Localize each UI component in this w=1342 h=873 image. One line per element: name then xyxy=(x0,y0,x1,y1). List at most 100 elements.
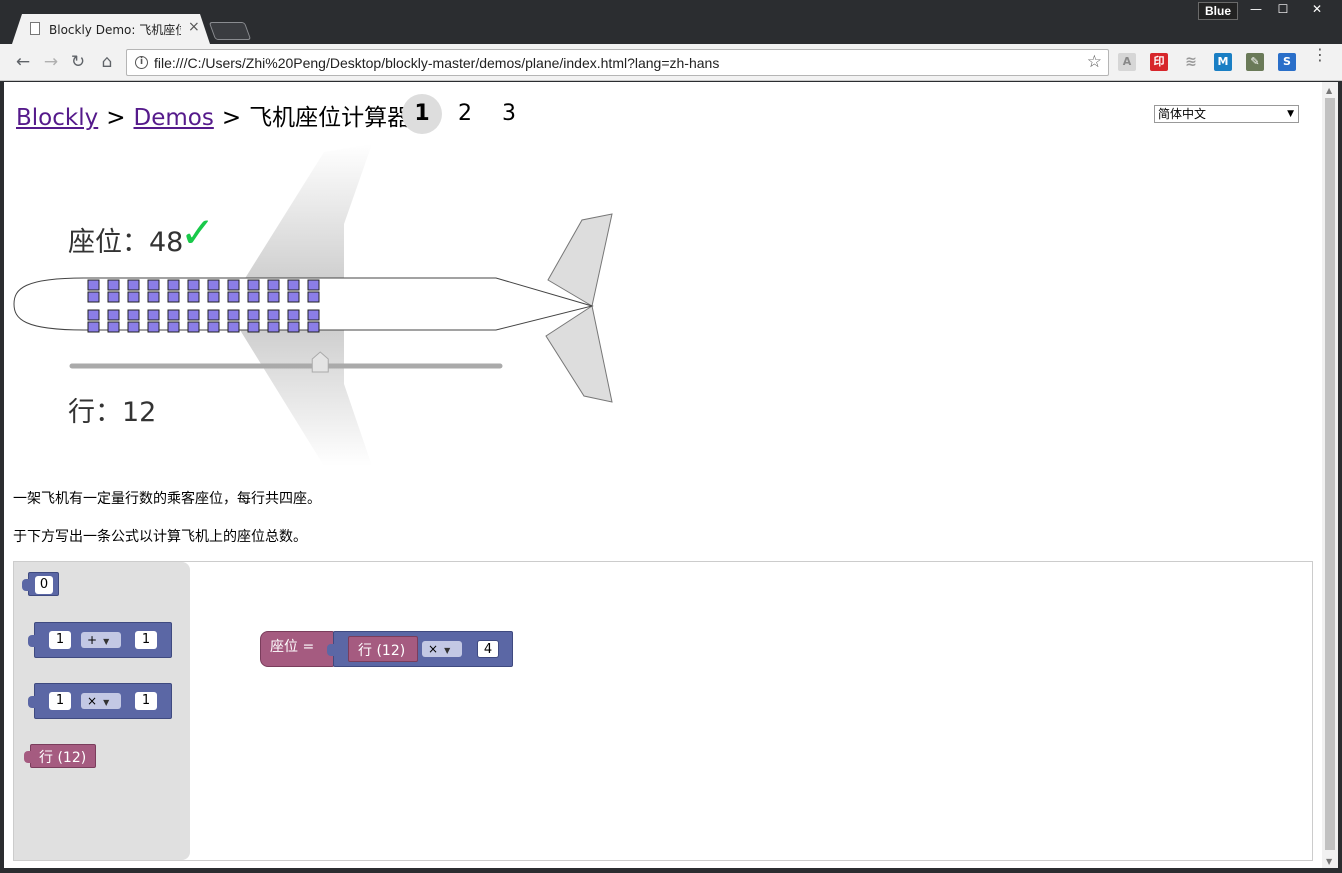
scrollbar-thumb[interactable] xyxy=(1325,98,1335,850)
minimize-button[interactable]: — xyxy=(1243,2,1269,18)
seat xyxy=(267,321,280,333)
chevron-down-icon: ▼ xyxy=(444,646,451,655)
seat xyxy=(247,291,260,303)
op-dropdown[interactable]: × ▼ xyxy=(422,641,462,657)
seat xyxy=(147,291,160,303)
seat xyxy=(147,279,160,291)
chevron-down-icon: ▼ xyxy=(103,698,110,707)
row-variable-block[interactable]: 行 (12) xyxy=(348,636,418,662)
seat xyxy=(227,291,240,303)
add-left-field[interactable]: 1 xyxy=(49,631,71,649)
home-icon[interactable]: ⌂ xyxy=(96,51,118,73)
chevron-down-icon: ▼ xyxy=(103,637,110,646)
mul-left-field[interactable]: 1 xyxy=(49,692,71,710)
number-block[interactable]: 0 xyxy=(22,572,59,596)
mul-right-field[interactable]: 1 xyxy=(135,692,157,710)
close-window-button[interactable]: ✕ xyxy=(1300,2,1334,18)
seat xyxy=(87,321,100,333)
seat xyxy=(87,309,100,321)
seat xyxy=(207,291,220,303)
vertical-scrollbar[interactable]: ▲ ▼ xyxy=(1322,82,1338,868)
row-variable-block[interactable]: 行 (12) xyxy=(24,744,96,768)
seat xyxy=(107,279,120,291)
forward-icon[interactable]: → xyxy=(40,51,62,73)
output-connector xyxy=(24,751,32,763)
multiply-expression-block[interactable]: 行 (12) × ▼ 4 xyxy=(327,631,513,667)
layers-extension-icon[interactable]: ≋ xyxy=(1182,53,1200,71)
output-connector xyxy=(22,579,30,591)
pdf-extension-icon[interactable]: A xyxy=(1118,53,1136,71)
add-block[interactable]: 1 + ▼ 1 xyxy=(28,622,172,658)
window-titlebar: Blockly Demo: 飞机座位 × Blue — ☐ ✕ xyxy=(0,0,1342,44)
output-connector xyxy=(28,696,36,708)
seat xyxy=(247,279,260,291)
seat xyxy=(247,321,260,333)
blockly-workspace[interactable]: 0 1 + ▼ 1 1 × ▼ 1 行 (12) 座位 = 行 (12) × ▼… xyxy=(13,561,1313,861)
seat xyxy=(267,309,280,321)
seat xyxy=(127,321,140,333)
level-2-tab[interactable]: 2 xyxy=(445,94,485,134)
add-right-field[interactable]: 1 xyxy=(135,631,157,649)
tab-close-button[interactable]: × xyxy=(188,19,200,35)
seat xyxy=(227,279,240,291)
seat xyxy=(127,291,140,303)
seat xyxy=(287,279,300,291)
demos-link[interactable]: Demos xyxy=(134,105,214,131)
tool-extension-icon[interactable]: ✎ xyxy=(1246,53,1264,71)
fuselage xyxy=(13,277,594,331)
seat xyxy=(307,309,320,321)
number-field[interactable]: 0 xyxy=(35,576,53,594)
seat xyxy=(227,309,240,321)
bookmark-star-icon[interactable]: ☆ xyxy=(1087,52,1102,72)
level-1-tab[interactable]: 1 xyxy=(402,94,442,134)
seat xyxy=(307,279,320,291)
language-select[interactable]: 简体中文 ▼ xyxy=(1154,105,1299,123)
page-icon xyxy=(30,22,40,35)
menu-icon[interactable]: ⋮ xyxy=(1312,47,1328,63)
seat xyxy=(207,309,220,321)
m-extension-icon[interactable]: M xyxy=(1214,53,1232,71)
new-tab-button[interactable] xyxy=(208,22,252,40)
seat xyxy=(147,309,160,321)
maximize-button[interactable]: ☐ xyxy=(1270,2,1296,18)
row-variable-label: 行 (12) xyxy=(39,750,87,766)
page-title: 飞机座位计算器 xyxy=(249,105,411,131)
url-text[interactable]: file:///C:/Users/Zhi%20Peng/Desktop/bloc… xyxy=(154,55,719,71)
lower-wing xyxy=(240,330,372,466)
browser-tab[interactable]: Blockly Demo: 飞机座位 × xyxy=(12,14,210,44)
info-icon[interactable]: i xyxy=(135,56,148,69)
input-connector xyxy=(327,644,335,656)
language-value: 简体中文 xyxy=(1158,107,1207,121)
mul-op-label: × xyxy=(87,694,98,708)
checkmark-icon: ✓ xyxy=(180,208,216,257)
upper-tail xyxy=(547,213,613,307)
level-3-tab[interactable]: 3 xyxy=(489,94,529,134)
seat xyxy=(167,279,180,291)
mul-op-dropdown[interactable]: × ▼ xyxy=(81,693,121,709)
seat xyxy=(247,309,260,321)
reload-icon[interactable]: ↻ xyxy=(67,51,89,73)
add-op-dropdown[interactable]: + ▼ xyxy=(81,632,121,648)
number-field[interactable]: 4 xyxy=(477,640,499,658)
blockly-link[interactable]: Blockly xyxy=(16,105,98,131)
s-extension-icon[interactable]: S xyxy=(1278,53,1296,71)
profile-button[interactable]: Blue xyxy=(1198,2,1238,20)
toolbox-flyout: 0 1 + ▼ 1 1 × ▼ 1 行 (12) xyxy=(14,562,190,860)
scroll-up-icon[interactable]: ▲ xyxy=(1326,86,1332,95)
seats-set-block[interactable]: 座位 = xyxy=(260,631,334,667)
red-extension-icon[interactable]: 印 xyxy=(1150,53,1168,71)
seat xyxy=(267,279,280,291)
seat xyxy=(127,279,140,291)
description-text: 一架飞机有一定量行数的乘客座位，每行共四座。 xyxy=(13,491,321,507)
chevron-down-icon: ▼ xyxy=(1287,109,1294,119)
browser-toolbar: ← → ↻ ⌂ i file:///C:/Users/Zhi%20Peng/De… xyxy=(0,44,1342,81)
op-label: × xyxy=(428,642,439,656)
seat xyxy=(167,291,180,303)
seat xyxy=(187,279,200,291)
address-bar[interactable]: i file:///C:/Users/Zhi%20Peng/Desktop/bl… xyxy=(126,49,1109,76)
scroll-down-icon[interactable]: ▼ xyxy=(1326,857,1332,866)
seat xyxy=(267,291,280,303)
seat xyxy=(107,309,120,321)
back-icon[interactable]: ← xyxy=(12,51,34,73)
multiply-block[interactable]: 1 × ▼ 1 xyxy=(28,683,172,719)
